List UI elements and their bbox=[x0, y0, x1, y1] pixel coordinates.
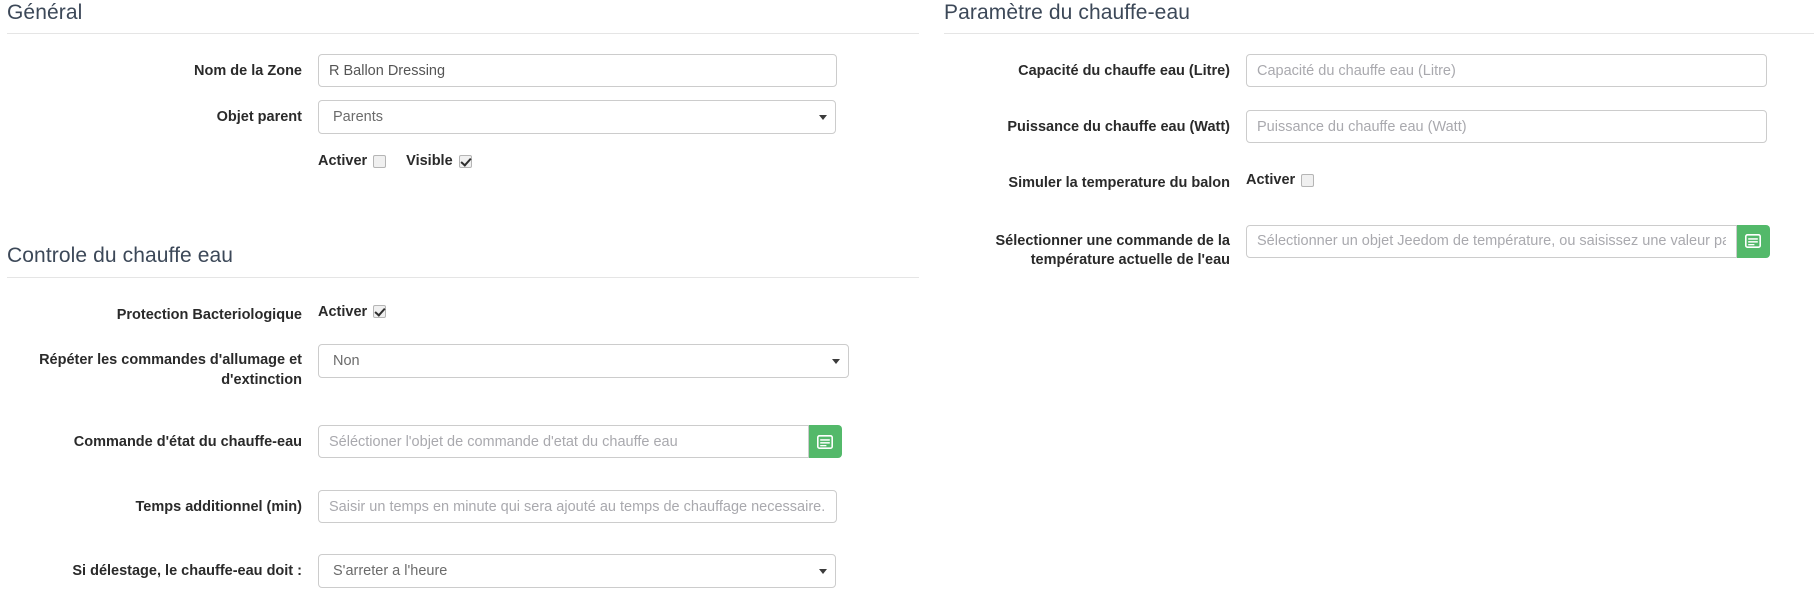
checkbox-group-simuler-activer: Activer bbox=[1246, 172, 1315, 189]
label-simuler-temperature: Simuler la temperature du balon bbox=[1008, 175, 1230, 192]
control-temps-additionnel bbox=[318, 490, 837, 524]
window-list-icon bbox=[1745, 234, 1761, 249]
section-title-general: Général bbox=[7, 0, 919, 35]
control-puissance bbox=[1246, 110, 1767, 144]
repeter-select-wrapper: Non bbox=[318, 344, 849, 379]
control-delestage: S'arreter a l'heure bbox=[318, 554, 836, 589]
label-commande-etat: Commande d'état du chauffe-eau bbox=[73, 434, 302, 451]
control-protection-bacteriologique: Activer bbox=[318, 298, 406, 320]
capacite-input[interactable] bbox=[1246, 54, 1767, 88]
parent-object-select[interactable]: Parents bbox=[318, 100, 836, 135]
left-column: Général Nom de la Zone Objet parent Pare… bbox=[0, 0, 919, 604]
label-repeter-commandes: Répéter les commandes d'allumage et d'ex… bbox=[39, 352, 302, 388]
form-row-repeter-commandes: Répéter les commandes d'allumage et d'ex… bbox=[0, 344, 915, 390]
select-object-button-commande-etat[interactable] bbox=[809, 425, 842, 459]
settings-page: Général Nom de la Zone Objet parent Pare… bbox=[0, 0, 1819, 589]
select-object-button-temperature[interactable] bbox=[1737, 224, 1770, 258]
form-row-temperature-commande: Sélectionner une commande de la températ… bbox=[944, 224, 1819, 271]
form-row-protection-bacteriologique: Protection Bacteriologique Activer bbox=[0, 298, 915, 326]
parent-object-select-wrapper: Parents bbox=[318, 100, 836, 135]
commande-etat-input[interactable] bbox=[318, 425, 809, 459]
simuler-activer-checkbox[interactable] bbox=[1301, 173, 1315, 187]
section-title-controle: Controle du chauffe eau bbox=[7, 243, 919, 278]
repeter-commandes-select[interactable]: Non bbox=[318, 344, 849, 379]
delestage-select[interactable]: S'arreter a l'heure bbox=[318, 554, 836, 589]
right-column: Paramètre du chauffe-eau Capacité du cha… bbox=[944, 0, 1819, 287]
form-row-zone-name: Nom de la Zone bbox=[0, 54, 915, 88]
label-temps-additionnel: Temps additionnel (min) bbox=[135, 499, 302, 516]
control-commande-etat bbox=[318, 425, 842, 459]
label-visible: Visible bbox=[406, 153, 453, 170]
label-zone-name: Nom de la Zone bbox=[194, 63, 302, 80]
label-temperature-commande: Sélectionner une commande de la températ… bbox=[995, 232, 1231, 269]
form-row-commande-etat: Commande d'état du chauffe-eau bbox=[0, 425, 915, 459]
form-row-parent-object: Objet parent Parents bbox=[0, 100, 915, 135]
checkbox-group-protection-activer: Activer bbox=[318, 303, 387, 320]
protection-activer-checkbox[interactable] bbox=[373, 305, 387, 318]
form-row-simuler-temperature: Simuler la temperature du balon Activer bbox=[944, 166, 1819, 194]
form-row-capacite: Capacité du chauffe eau (Litre) bbox=[944, 54, 1819, 88]
label-protection-bacteriologique: Protection Bacteriologique bbox=[116, 306, 302, 323]
control-capacite bbox=[1246, 54, 1767, 88]
control-temperature-commande bbox=[1246, 224, 1770, 258]
label-delestage: Si délestage, le chauffe-eau doit : bbox=[72, 563, 302, 580]
checkbox-group-activer: Activer bbox=[318, 153, 387, 170]
label-parent-object: Objet parent bbox=[216, 109, 302, 126]
control-parent-object: Parents bbox=[318, 100, 836, 135]
form-row-puissance: Puissance du chauffe eau (Watt) bbox=[944, 110, 1819, 144]
label-protection-activer: Activer bbox=[318, 303, 368, 320]
label-simuler-activer: Activer bbox=[1246, 172, 1296, 189]
label-capacite: Capacité du chauffe eau (Litre) bbox=[1018, 63, 1230, 80]
label-activer: Activer bbox=[318, 153, 368, 170]
form-row-temps-additionnel: Temps additionnel (min) bbox=[0, 490, 915, 524]
control-repeter-commandes: Non bbox=[318, 344, 849, 379]
label-puissance: Puissance du chauffe eau (Watt) bbox=[1007, 119, 1230, 136]
label-activer-visible-spacer bbox=[0, 147, 318, 155]
control-simuler-temperature: Activer bbox=[1246, 166, 1334, 188]
delestage-select-wrapper: S'arreter a l'heure bbox=[318, 554, 836, 589]
form-row-activer-visible: Activer Visible bbox=[0, 147, 915, 169]
activer-checkbox[interactable] bbox=[373, 154, 387, 168]
visible-checkbox[interactable] bbox=[458, 154, 472, 168]
control-zone-name bbox=[318, 54, 837, 88]
control-activer-visible: Activer Visible bbox=[318, 147, 492, 169]
zone-name-input[interactable] bbox=[318, 54, 837, 88]
form-row-delestage: Si délestage, le chauffe-eau doit : S'ar… bbox=[0, 554, 915, 589]
window-list-icon bbox=[817, 434, 833, 449]
section-title-parametre: Paramètre du chauffe-eau bbox=[944, 0, 1814, 35]
puissance-input[interactable] bbox=[1246, 110, 1767, 144]
checkbox-group-visible: Visible bbox=[406, 153, 472, 170]
temps-additionnel-input[interactable] bbox=[318, 490, 837, 524]
temperature-commande-input[interactable] bbox=[1246, 224, 1737, 258]
